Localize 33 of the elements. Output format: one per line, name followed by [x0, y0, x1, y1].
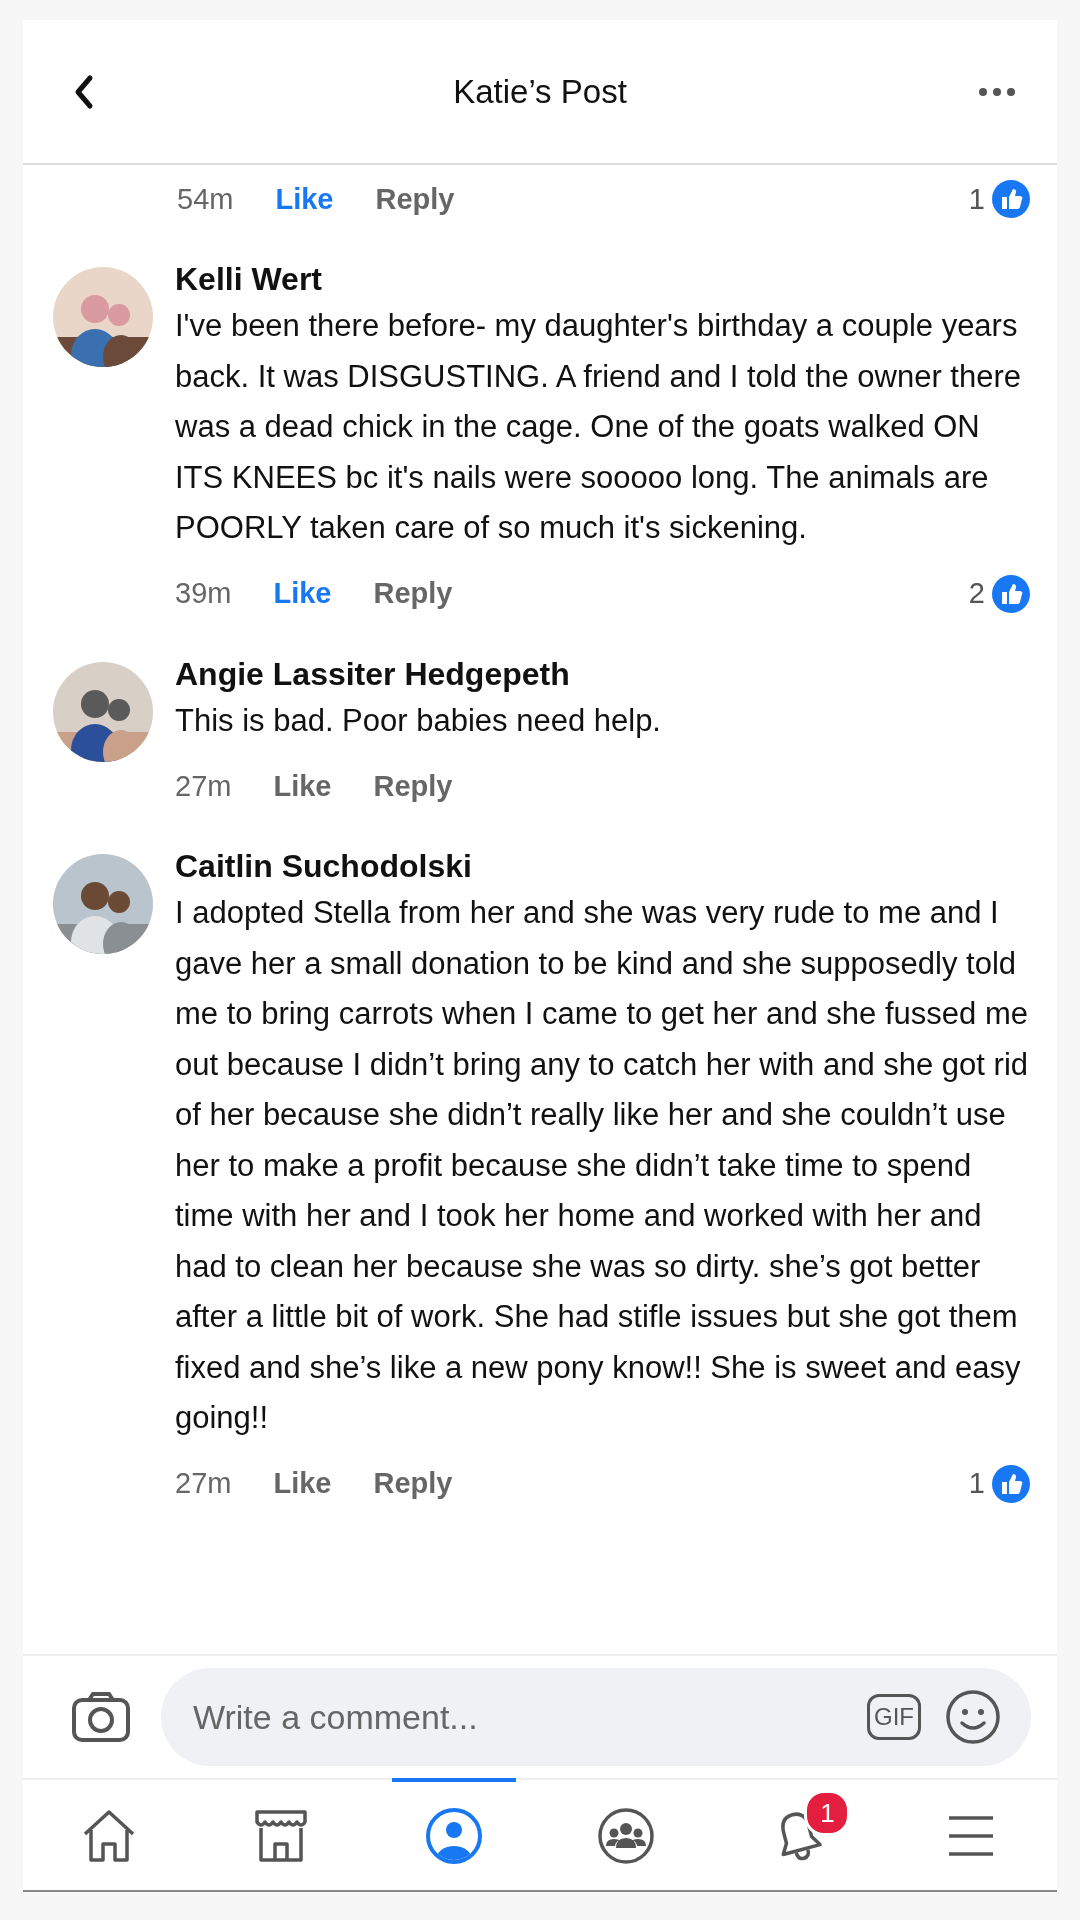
comment-field[interactable]: Write a comment... GIF: [161, 1668, 1031, 1766]
emoji-icon[interactable]: [945, 1689, 1001, 1745]
reply-link[interactable]: Reply: [375, 182, 455, 216]
more-icon[interactable]: [977, 85, 1017, 98]
groups-icon: [596, 1806, 657, 1866]
gif-button[interactable]: GIF: [867, 1694, 921, 1740]
comment-text: I've been there before- my daughter's birthday a couple years back. It was DISGUSTING. A friend and I told the owner there was a dead chick in the cage. One of the goats walked ON ITS KNEES bc it's nails were sooooo long. The animals are POORLY taken care of so much it's sickening.: [175, 307, 1022, 547]
reply-link[interactable]: Reply: [373, 769, 453, 803]
thumbs-up-icon: [991, 573, 1031, 614]
thumbs-up-icon: [991, 1463, 1031, 1504]
reaction-count: 1: [968, 1467, 985, 1500]
profile-icon: [423, 1806, 484, 1866]
reaction-count: 2: [968, 577, 985, 610]
thumbs-up-icon: [991, 179, 1031, 219]
like-link[interactable]: Like: [275, 182, 334, 216]
reply-link[interactable]: Reply: [373, 1467, 453, 1500]
comment-time: 39m: [175, 577, 232, 610]
comment-text: I adopted Stella from her and she was very rude to me and I gave her a small donation to be kind and she supposedly told me to bring carrots when I came to get her and she fussed me out because I didn’t bring any to catch her with and she got rid of her because she didn’t really like her and she couldn’t use her to make a profit because she didn’t take time to spend time with her and I took her home and worked with her and had to clean her because she was so dirty. she’s got better after a little bit of work. She had stifle issues but she got them fixed and she’s like a new pony know!! She is sweet and easy going!!: [175, 894, 1030, 1437]
comment-time: 54m: [177, 182, 234, 216]
comment-author[interactable]: Kelli Wert: [175, 257, 322, 301]
comment-author[interactable]: Caitlin Suchodolski: [175, 844, 472, 888]
like-link[interactable]: Like: [273, 1467, 332, 1500]
comment-time: 27m: [175, 769, 232, 803]
like-link[interactable]: Like: [273, 577, 332, 610]
camera-icon[interactable]: [71, 1691, 131, 1743]
post-title: Katie’s Post: [453, 72, 627, 111]
comment-time: 27m: [175, 1467, 232, 1500]
reply-link[interactable]: Reply: [373, 577, 453, 610]
reaction-count: 1: [968, 182, 985, 216]
nav-tab[interactable]: 1: [736, 1778, 861, 1890]
like-link[interactable]: Like: [273, 769, 332, 803]
comment-text: This is bad. Poor babies need help.: [175, 701, 662, 740]
comment-author[interactable]: Angie Lassiter Hedgepeth: [175, 651, 570, 696]
